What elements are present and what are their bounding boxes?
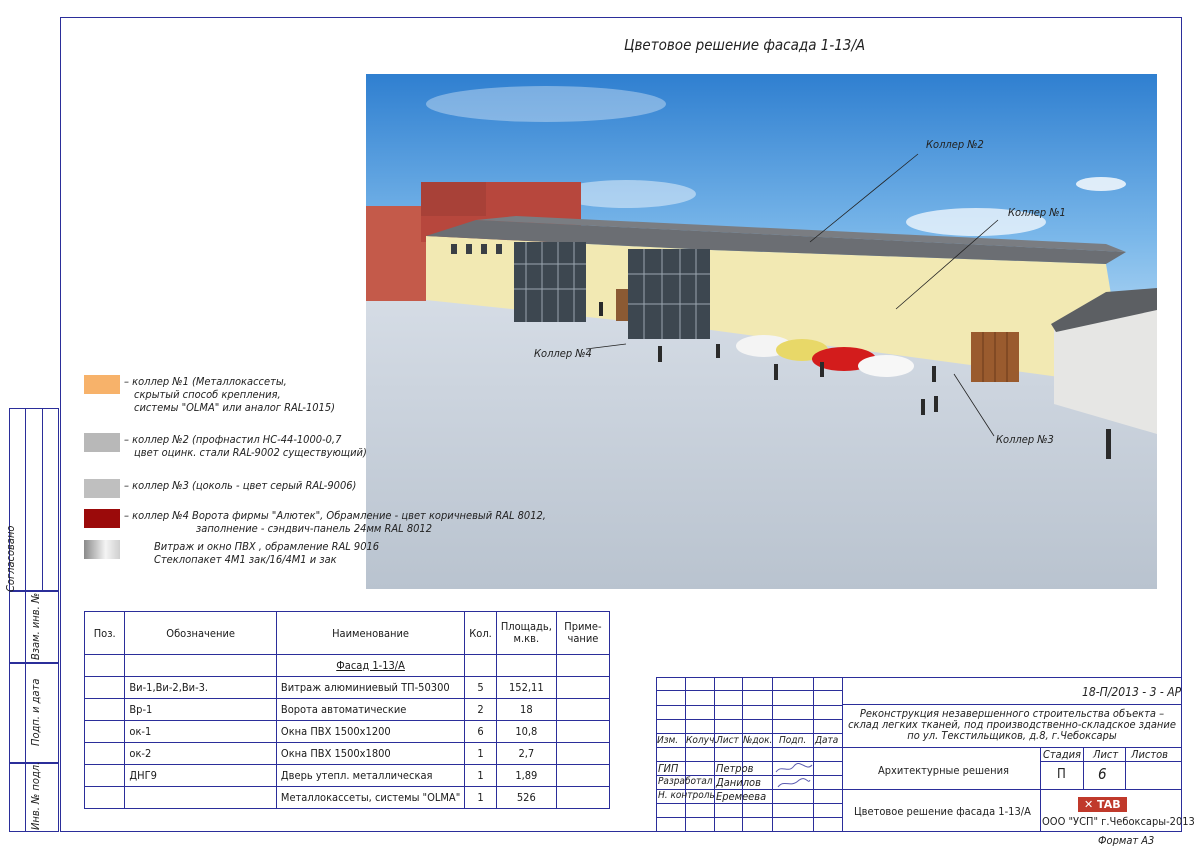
- col-ndoc: №док.: [743, 735, 773, 746]
- table-row: Ви-1,Ви-2,Ви-3. Витраж алюминиевый ТП-503…: [83, 676, 611, 699]
- project-title: Реконструкция незавершенного строительст…: [848, 707, 1176, 742]
- legend-swatch: [84, 479, 120, 498]
- callout-koller-2: Коллер №2: [926, 138, 984, 151]
- stage-value: П: [1057, 767, 1066, 782]
- name-developer: Данилов: [716, 776, 761, 789]
- col-qty: Кол.: [464, 611, 497, 655]
- legend-swatch: [84, 375, 120, 394]
- tav-icon: ✕: [1084, 798, 1098, 811]
- signature-2: [777, 778, 811, 788]
- name-control: Еремеева: [716, 790, 767, 803]
- table-row: Металлокассеты, системы "OLMA" 1 526: [83, 786, 611, 809]
- role-developer: Разработал: [658, 776, 713, 787]
- role-control: Н. контроль: [658, 790, 715, 801]
- col-podp: Подп.: [779, 735, 807, 746]
- legend-swatch: [84, 509, 120, 528]
- callout-koller-1: Коллер №1: [1008, 206, 1066, 219]
- stage-label: Стадия: [1043, 748, 1081, 761]
- side-label-sign-date: Подп. и дата: [29, 678, 42, 746]
- side-label-agreed: Согласовано: [4, 525, 17, 592]
- drawing-title: Цветовое решение фасада 1-13/А: [624, 36, 866, 54]
- col-note: Приме- чание: [555, 611, 611, 655]
- company-name: ООО "УСП" г.Чебоксары-2013: [1042, 815, 1195, 828]
- sheets-label: Листов: [1131, 748, 1168, 761]
- sheet-value: 6: [1098, 765, 1107, 783]
- col-area: Площадь, м.кв.: [495, 611, 557, 655]
- col-pos: Поз.: [83, 611, 126, 655]
- col-date: Дата: [815, 735, 839, 746]
- col-designation: Обозначение: [124, 611, 277, 655]
- side-label-inv-replace: Взам. инв. №: [29, 592, 42, 660]
- name-gip: Петров: [716, 762, 754, 775]
- callout-koller-4: Коллер №4: [534, 347, 592, 360]
- col-kol: Колуч.: [686, 735, 718, 746]
- doc-code: 18-П/2013 - 3 - АР: [1082, 685, 1182, 699]
- signature-1: [775, 762, 813, 773]
- section-name: Архитектурные решения: [878, 764, 1009, 777]
- role-gip: ГИП: [658, 762, 679, 775]
- table-row: ок-2 Окна ПВХ 1500х1800 1 2,7: [83, 742, 611, 765]
- legend-swatch: [84, 540, 120, 559]
- col-list: Лист: [716, 735, 739, 746]
- table-row: ок-1 Окна ПВХ 1500х1200 6 10,8: [83, 720, 611, 743]
- table-row: ДНГ9 Дверь утепл. металлическая 1 1,89: [83, 764, 611, 787]
- sheet-format: Формат А3: [1098, 834, 1155, 847]
- drawing-name: Цветовое решение фасада 1-13/А: [854, 805, 1031, 818]
- table-section-row: Фасад 1-13/А: [83, 654, 611, 677]
- side-label-inv-orig: Инв. № подл.: [29, 761, 42, 830]
- sheet-label: Лист: [1093, 748, 1119, 761]
- callout-koller-3: Коллер №3: [996, 433, 1054, 446]
- legend-swatch: [84, 433, 120, 452]
- col-name: Наименование: [275, 611, 466, 655]
- table-row: Вр-1 Ворота автоматические 2 18: [83, 698, 611, 721]
- specification-table: Поз. Обозначение Наименование Кол. Площа…: [83, 611, 611, 809]
- col-izm: Изм.: [657, 735, 679, 746]
- company-logo: ✕ TAB: [1078, 797, 1127, 812]
